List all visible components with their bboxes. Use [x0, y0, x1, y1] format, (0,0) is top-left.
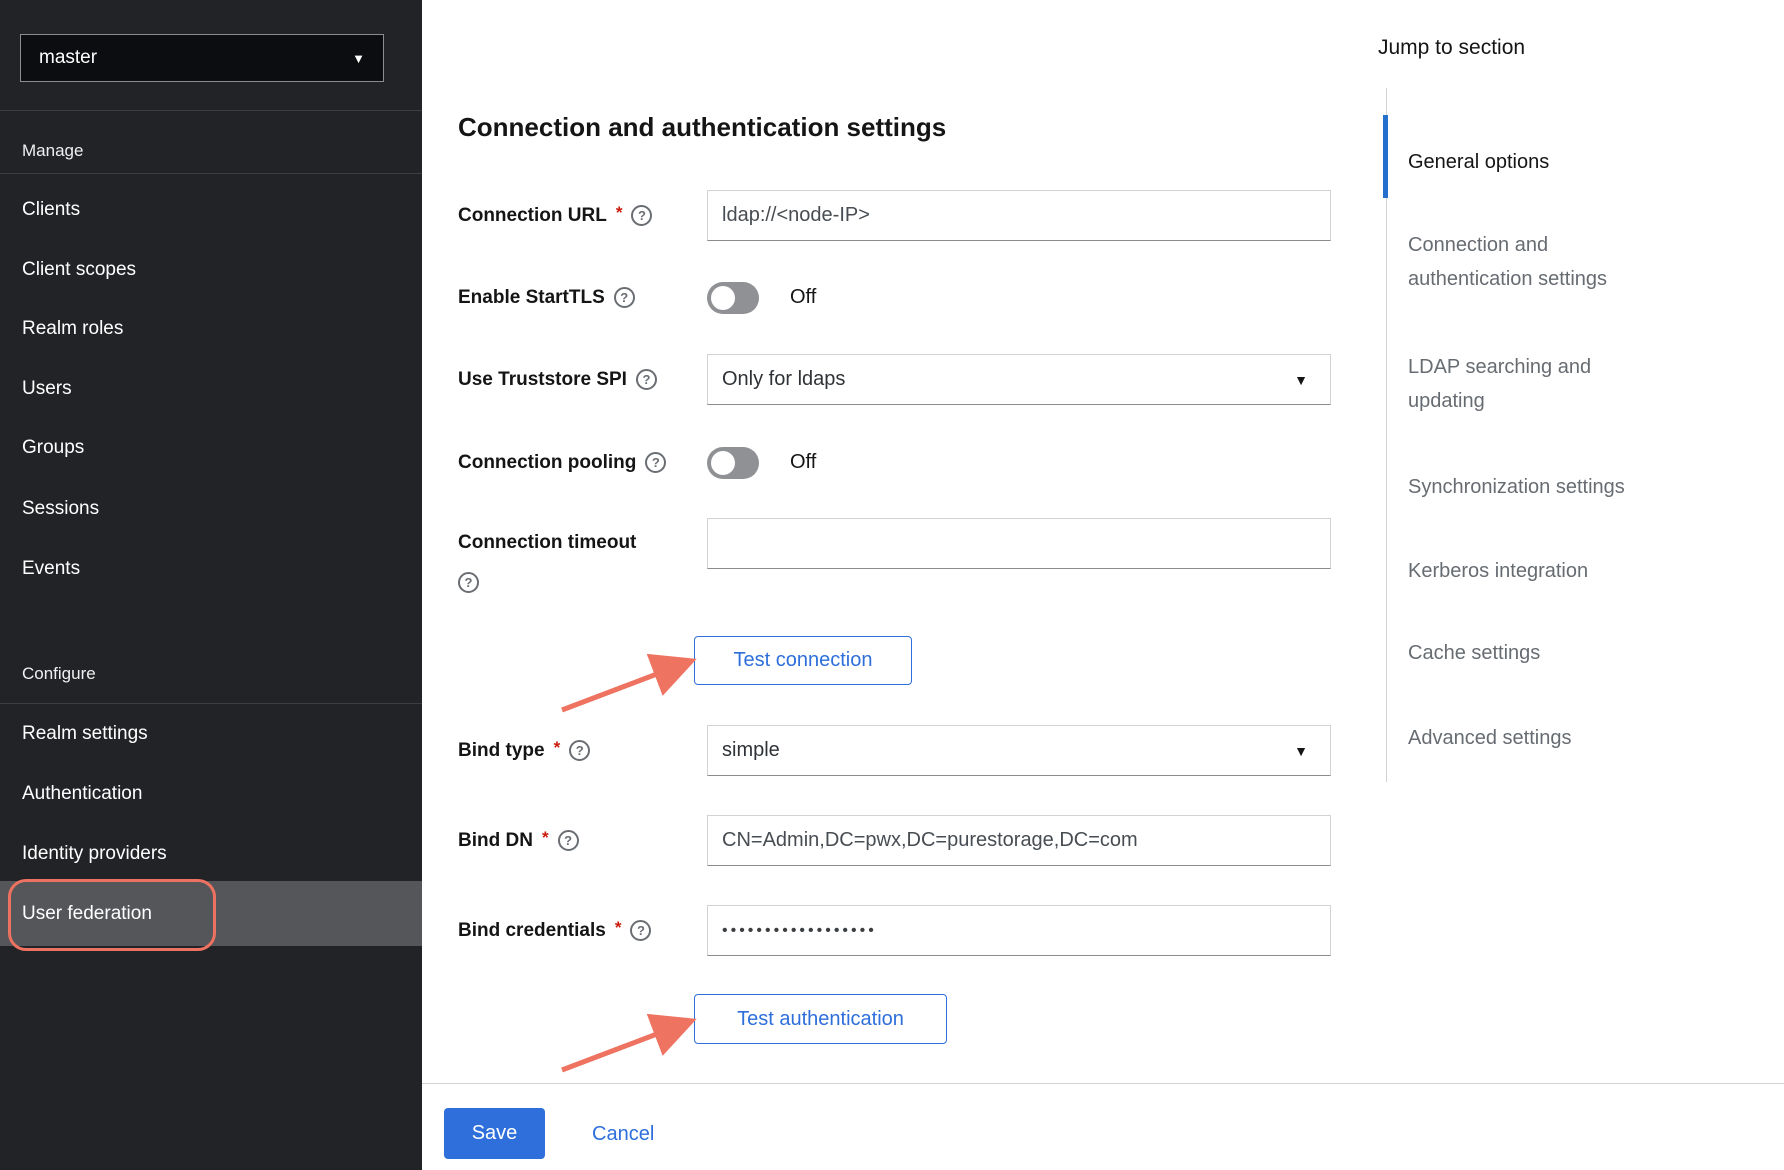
required-asterisk: *: [616, 203, 623, 223]
sidebar-item-groups[interactable]: Groups: [0, 423, 422, 473]
sidebar-item-sessions[interactable]: Sessions: [0, 484, 422, 534]
truststore-spi-select[interactable]: Only for ldaps ▼: [707, 354, 1331, 405]
connection-url-input[interactable]: [707, 190, 1331, 241]
required-asterisk: *: [615, 918, 622, 938]
help-icon[interactable]: ?: [630, 920, 651, 941]
bind-credentials-input[interactable]: [707, 905, 1331, 956]
test-connection-button[interactable]: Test connection: [694, 636, 912, 685]
field-row-bind-credentials: Bind credentials * ?: [458, 905, 1331, 956]
bind-dn-input[interactable]: [707, 815, 1331, 866]
bind-type-label: Bind type * ?: [458, 740, 707, 762]
field-row-connection-timeout: Connection timeout ?: [458, 518, 1331, 569]
jump-nav-item-general-options[interactable]: General options: [1408, 145, 1670, 179]
starttls-toggle[interactable]: [707, 282, 759, 314]
help-icon[interactable]: ?: [645, 452, 666, 473]
field-row-connection-pooling: Connection pooling ? Off: [458, 444, 816, 481]
bind-credentials-label: Bind credentials * ?: [458, 920, 707, 942]
starttls-toggle-state: Off: [790, 286, 816, 309]
save-button[interactable]: Save: [444, 1108, 545, 1159]
footer-divider: [422, 1083, 1784, 1084]
connection-pooling-toggle-state: Off: [790, 451, 816, 474]
help-icon[interactable]: ?: [614, 287, 635, 308]
field-row-truststore-spi: Use Truststore SPI ? Only for ldaps ▼: [458, 354, 1331, 405]
sidebar-item-clients[interactable]: Clients: [0, 185, 422, 235]
annotation-arrow-test-authentication: [552, 1008, 712, 1083]
sidebar-item-realm-settings[interactable]: Realm settings: [0, 709, 422, 759]
sidebar: master ▼ Manage Clients Client scopes Re…: [0, 0, 422, 1170]
sidebar-item-user-federation[interactable]: User federation: [0, 881, 422, 946]
jump-nav-item-kerberos-integration[interactable]: Kerberos integration: [1408, 554, 1670, 588]
connection-pooling-toggle[interactable]: [707, 447, 759, 479]
connection-pooling-label: Connection pooling ?: [458, 452, 707, 474]
sidebar-item-identity-providers[interactable]: Identity providers: [0, 829, 422, 879]
sidebar-item-client-scopes[interactable]: Client scopes: [0, 245, 422, 295]
jump-nav-item-connection-authentication[interactable]: Connection and authentication settings: [1408, 228, 1670, 296]
field-row-bind-type: Bind type * ? simple ▼: [458, 725, 1331, 776]
caret-down-icon: ▼: [352, 51, 365, 66]
jump-nav-title: Jump to section: [1378, 36, 1525, 60]
realm-selector-value: master: [39, 47, 97, 69]
jump-nav-item-cache-settings[interactable]: Cache settings: [1408, 636, 1670, 670]
jump-nav-item-synchronization-settings[interactable]: Synchronization settings: [1408, 470, 1670, 504]
bind-type-select[interactable]: simple ▼: [707, 725, 1331, 776]
page-title: Connection and authentication settings: [458, 112, 946, 143]
test-authentication-button[interactable]: Test authentication: [694, 994, 947, 1044]
toggle-knob: [711, 286, 735, 310]
required-asterisk: *: [554, 738, 561, 758]
help-icon[interactable]: ?: [636, 369, 657, 390]
cancel-link[interactable]: Cancel: [592, 1123, 654, 1146]
help-icon[interactable]: ?: [558, 830, 579, 851]
sidebar-item-users[interactable]: Users: [0, 364, 422, 414]
sidebar-divider: [0, 173, 422, 174]
field-row-enable-starttls: Enable StartTLS ? Off: [458, 279, 816, 316]
connection-timeout-label: Connection timeout ?: [458, 518, 707, 593]
field-row-connection-url: Connection URL * ?: [458, 190, 1331, 241]
sidebar-divider: [0, 110, 422, 111]
jump-nav-item-advanced-settings[interactable]: Advanced settings: [1408, 721, 1670, 755]
required-asterisk: *: [542, 828, 549, 848]
toggle-knob: [711, 451, 735, 475]
enable-starttls-label: Enable StartTLS ?: [458, 287, 707, 309]
sidebar-item-realm-roles[interactable]: Realm roles: [0, 304, 422, 354]
jump-nav-active-bar: [1383, 115, 1388, 198]
connection-url-label: Connection URL * ?: [458, 205, 707, 227]
sidebar-group-configure: Configure: [22, 664, 96, 684]
help-icon[interactable]: ?: [569, 740, 590, 761]
help-icon[interactable]: ?: [631, 205, 652, 226]
jump-nav-item-ldap-searching[interactable]: LDAP searching and updating: [1408, 350, 1670, 418]
caret-down-icon: ▼: [1294, 743, 1308, 759]
realm-selector[interactable]: master ▼: [20, 34, 384, 82]
sidebar-group-manage: Manage: [22, 141, 83, 161]
sidebar-item-authentication[interactable]: Authentication: [0, 769, 422, 819]
truststore-spi-label: Use Truststore SPI ?: [458, 369, 707, 391]
field-row-bind-dn: Bind DN * ?: [458, 815, 1331, 866]
bind-dn-label: Bind DN * ?: [458, 830, 707, 852]
annotation-arrow-test-connection: [552, 648, 712, 723]
sidebar-item-events[interactable]: Events: [0, 544, 422, 594]
caret-down-icon: ▼: [1294, 372, 1308, 388]
help-icon[interactable]: ?: [458, 572, 479, 593]
connection-timeout-input[interactable]: [707, 518, 1331, 569]
sidebar-divider: [0, 703, 422, 704]
